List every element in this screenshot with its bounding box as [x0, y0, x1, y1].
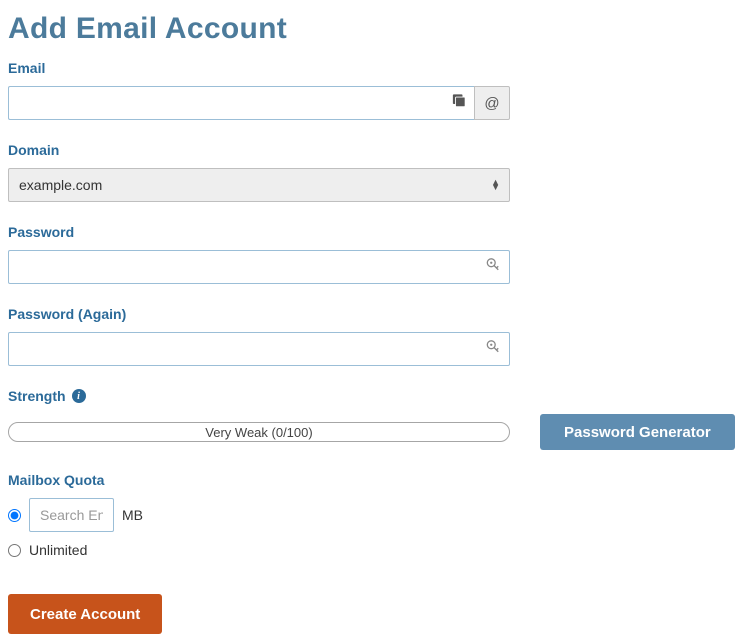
- page-title: Add Email Account: [8, 12, 743, 46]
- key-icon: [486, 258, 500, 277]
- strength-group: Strength i Very Weak (0/100) Password Ge…: [8, 388, 743, 450]
- mailbox-quota-group: Mailbox Quota MB Unlimited: [8, 472, 743, 558]
- password-label: Password: [8, 224, 743, 240]
- info-icon[interactable]: i: [72, 389, 86, 403]
- quota-unlimited-label: Unlimited: [29, 542, 87, 558]
- strength-text: Very Weak (0/100): [205, 425, 312, 440]
- strength-label: Strength i: [8, 388, 743, 404]
- create-account-button[interactable]: Create Account: [8, 594, 162, 634]
- domain-group: Domain example.com ▲▼: [8, 142, 743, 202]
- password-group: Password: [8, 224, 743, 284]
- domain-label: Domain: [8, 142, 743, 158]
- quota-custom-input[interactable]: [29, 498, 114, 532]
- key-icon: [486, 340, 500, 359]
- quota-unit: MB: [122, 507, 143, 523]
- quota-unlimited-radio[interactable]: [8, 544, 21, 557]
- at-symbol-addon: @: [474, 86, 510, 120]
- password-again-label: Password (Again): [8, 306, 743, 322]
- mailbox-quota-label: Mailbox Quota: [8, 472, 743, 488]
- email-input[interactable]: [8, 86, 474, 120]
- email-label: Email: [8, 60, 743, 76]
- email-stack-icon: [452, 94, 466, 113]
- email-group: Email @: [8, 60, 743, 120]
- password-generator-button[interactable]: Password Generator: [540, 414, 735, 450]
- strength-meter: Very Weak (0/100): [8, 422, 510, 442]
- password-again-input[interactable]: [8, 332, 510, 366]
- strength-label-text: Strength: [8, 388, 66, 404]
- password-again-group: Password (Again): [8, 306, 743, 366]
- quota-custom-radio[interactable]: [8, 509, 21, 522]
- domain-select[interactable]: example.com: [8, 168, 510, 202]
- password-input[interactable]: [8, 250, 510, 284]
